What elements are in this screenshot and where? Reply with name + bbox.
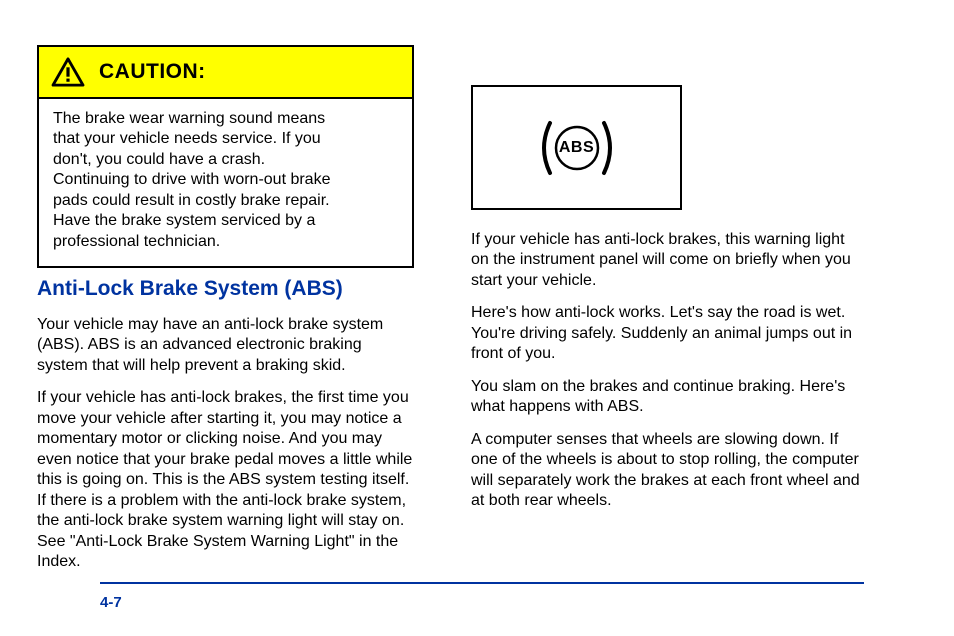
caution-line: The brake wear warning sound means bbox=[53, 109, 398, 129]
caution-line: Have the brake system serviced by a bbox=[53, 211, 398, 231]
paragraph: If your vehicle has anti-lock brakes, th… bbox=[37, 388, 414, 572]
paragraph: A computer senses that wheels are slowin… bbox=[471, 430, 866, 512]
footer-rule bbox=[100, 582, 864, 584]
left-text-column: Anti-Lock Brake System (ABS) Your vehicl… bbox=[37, 276, 414, 585]
abs-symbol-icon: ABS bbox=[533, 117, 621, 179]
paragraph: Here's how anti-lock works. Let's say th… bbox=[471, 303, 866, 364]
caution-header: CAUTION: bbox=[39, 47, 412, 99]
caution-box: CAUTION: The brake wear warning sound me… bbox=[37, 45, 414, 268]
caution-line: don't, you could have a crash. bbox=[53, 150, 398, 170]
paragraph: You slam on the brakes and continue brak… bbox=[471, 377, 866, 418]
paragraph: If your vehicle has anti-lock brakes, th… bbox=[471, 230, 866, 291]
caution-line: professional technician. bbox=[53, 232, 398, 252]
caution-label: CAUTION: bbox=[99, 60, 206, 84]
caution-line: Continuing to drive with worn-out brake bbox=[53, 170, 398, 190]
section-heading: Anti-Lock Brake System (ABS) bbox=[37, 276, 414, 303]
abs-indicator-figure: ABS bbox=[471, 85, 682, 210]
caution-body: The brake wear warning sound means that … bbox=[39, 99, 412, 266]
abs-label: ABS bbox=[559, 139, 594, 157]
page-number: 4-7 bbox=[100, 594, 122, 611]
right-text-column: If your vehicle has anti-lock brakes, th… bbox=[471, 230, 866, 524]
paragraph: Your vehicle may have an anti-lock brake… bbox=[37, 315, 414, 376]
caution-line: pads could result in costly brake repair… bbox=[53, 191, 398, 211]
warning-triangle-icon bbox=[51, 57, 85, 87]
caution-line: that your vehicle needs service. If you bbox=[53, 129, 398, 149]
